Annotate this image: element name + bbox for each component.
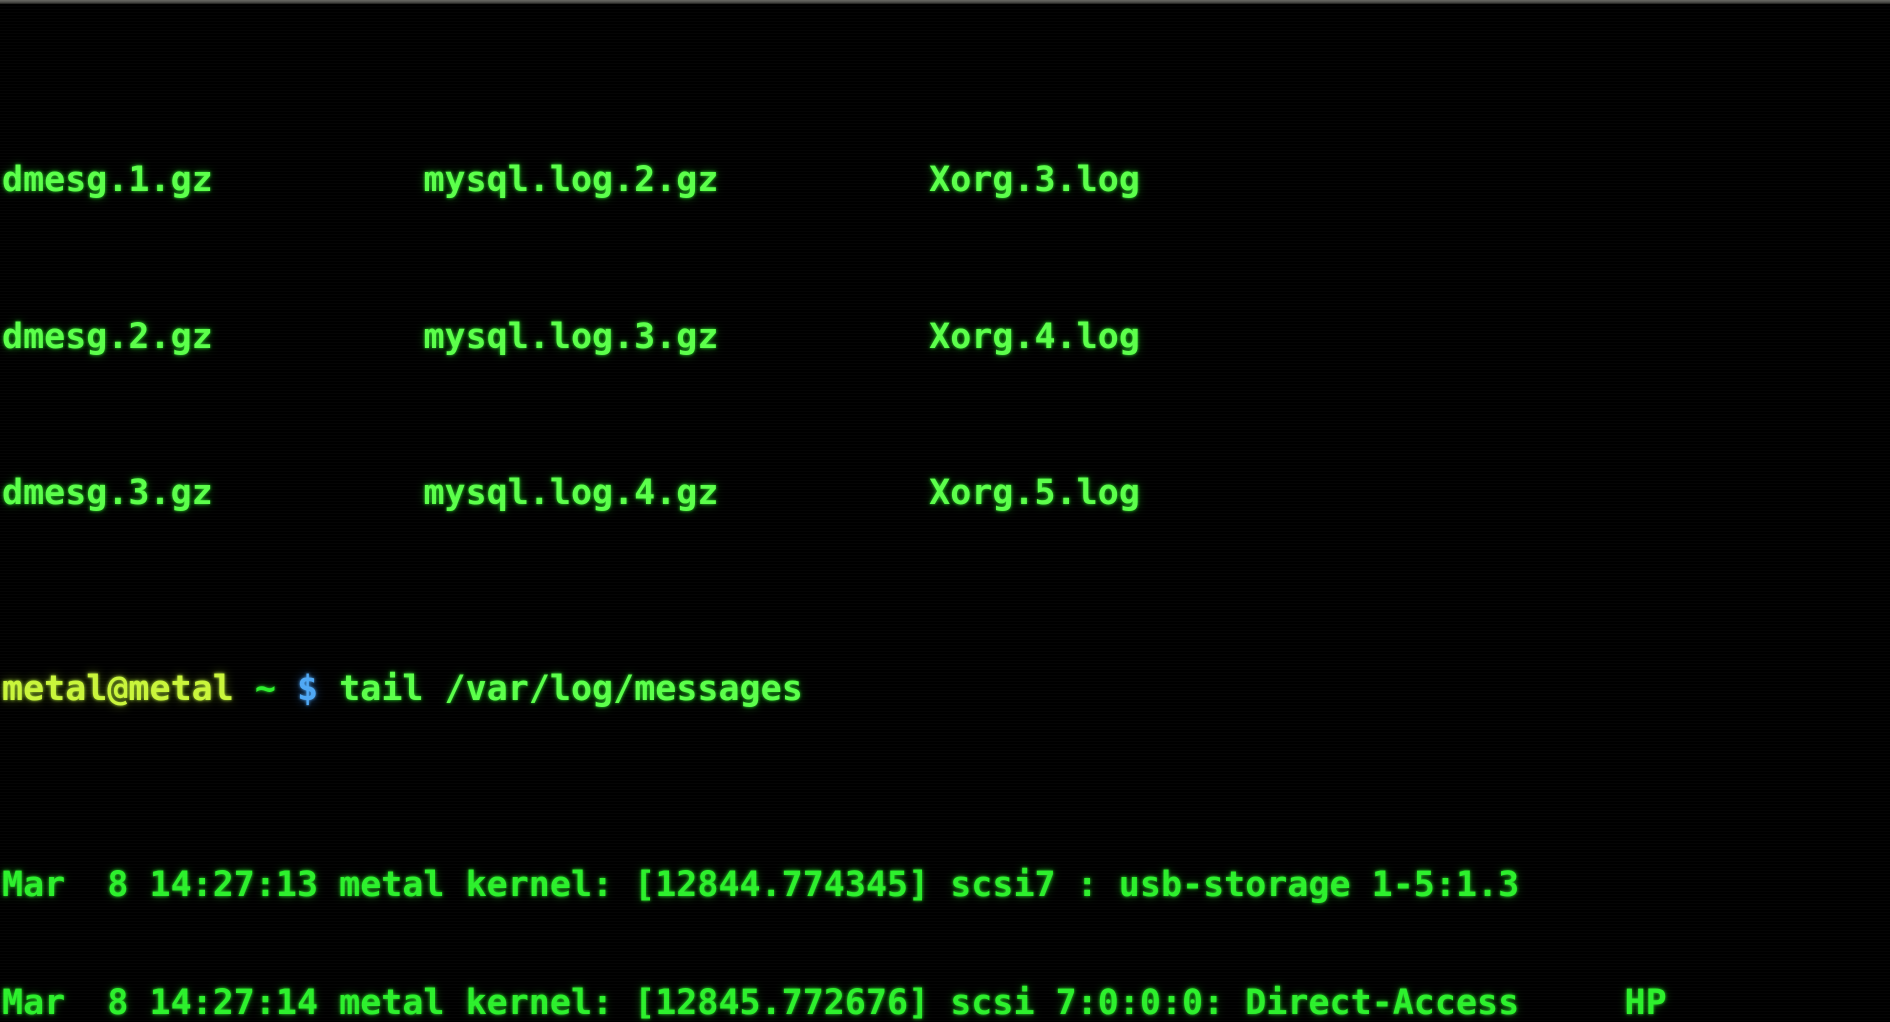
log-line: Mar 8 14:27:14 metal kernel: [12845.7726…: [2, 983, 1667, 1022]
file-name[interactable]: dmesg.3.gz: [2, 473, 213, 513]
column-gap: [213, 160, 424, 200]
log-line: Mar 8 14:27:13 metal kernel: [12844.7743…: [2, 865, 1520, 906]
column-gap: [718, 317, 929, 357]
prompt-line-tail[interactable]: metal@metal ~ $ tail /var/log/messages: [2, 670, 1890, 709]
file-name[interactable]: Xorg.5.log: [929, 473, 1140, 513]
file-name[interactable]: Xorg.3.log: [929, 160, 1140, 200]
column-gap: [213, 473, 424, 513]
file-name[interactable]: mysql.log.3.gz: [423, 317, 718, 357]
column-gap: [718, 160, 929, 200]
file-name[interactable]: mysql.log.2.gz: [423, 160, 718, 200]
file-listing-row: dmesg.3.gz mysql.log.4.gz Xorg.5.log: [2, 474, 1890, 513]
column-gap: [718, 473, 929, 513]
file-name[interactable]: Xorg.4.log: [929, 317, 1140, 357]
terminal-window[interactable]: dmesg.1.gz mysql.log.2.gz Xorg.3.log dme…: [0, 0, 1890, 1022]
terminal-screen[interactable]: dmesg.1.gz mysql.log.2.gz Xorg.3.log dme…: [2, 4, 1890, 1022]
prompt-cwd: ~: [254, 669, 276, 710]
file-listing-row: dmesg.1.gz mysql.log.2.gz Xorg.3.log: [2, 160, 1890, 200]
command-input-tail[interactable]: tail /var/log/messages: [339, 669, 803, 709]
prompt-user-host: metal@metal: [2, 669, 234, 710]
file-name[interactable]: mysql.log.4.gz: [423, 473, 718, 513]
file-listing-row: dmesg.2.gz mysql.log.3.gz Xorg.4.log: [2, 317, 1890, 357]
file-name[interactable]: dmesg.2.gz: [2, 317, 213, 357]
column-gap: [213, 317, 424, 357]
prompt-sigil: $: [297, 669, 319, 710]
file-name[interactable]: dmesg.1.gz: [2, 160, 213, 200]
